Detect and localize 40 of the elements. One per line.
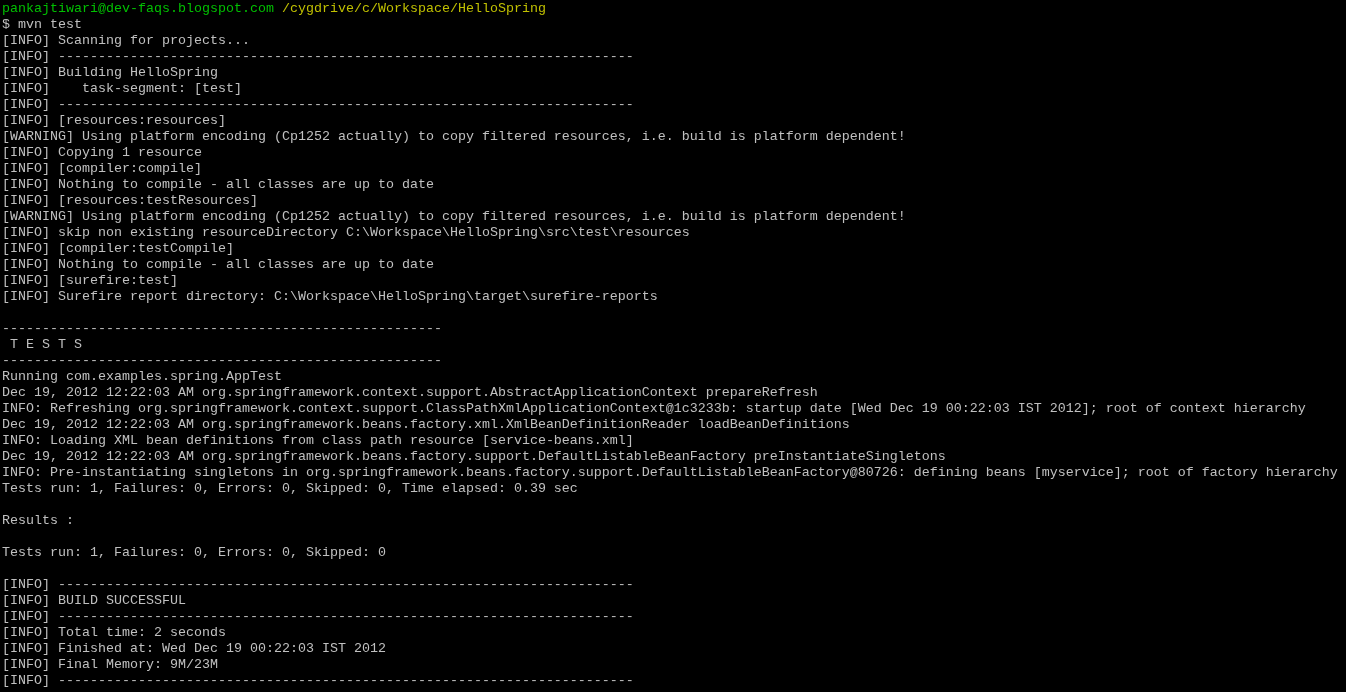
terminal-line: [INFO] [resources:testResources] <box>2 193 258 208</box>
prompt-path: /cygdrive/c/Workspace/HelloSpring <box>281 1 546 16</box>
terminal-line: Dec 19, 2012 12:22:03 AM org.springframework.beans.factory.xml.XmlBeanDefinitionReader loadBeanDefinitions <box>2 417 850 432</box>
terminal-line: [INFO] [compiler:compile] <box>2 161 202 176</box>
terminal-line: Running com.examples.spring.AppTest <box>2 369 282 384</box>
terminal-line: ------------------------------------------------------- <box>2 353 442 368</box>
terminal-line: [INFO] Surefire report directory: C:\Workspace\HelloSpring\target\surefire-reports <box>2 289 658 304</box>
terminal-line: [INFO] skip non existing resourceDirectory C:\Workspace\HelloSpring\src\test\resources <box>2 225 690 240</box>
terminal-line: T E S T S <box>9 337 82 352</box>
terminal-line: [INFO] ------------------------------------------------------------------------ <box>2 577 634 592</box>
terminal-line: [INFO] [resources:resources] <box>2 113 226 128</box>
terminal-line: [INFO] ------------------------------------------------------------------------ <box>2 609 634 624</box>
terminal-line: [INFO] [surefire:test] <box>2 273 178 288</box>
terminal-line: Dec 19, 2012 12:22:03 AM org.springframework.beans.factory.support.DefaultListableBeanFactory preInstantiateSingletons <box>2 449 946 464</box>
terminal-line: [WARNING] Using platform encoding (Cp1252 actually) to copy filtered resources, i.e. build is platform dependent! <box>2 209 906 224</box>
terminal-line: [INFO] ------------------------------------------------------------------------ <box>2 49 634 64</box>
terminal-line: $ mvn test <box>2 17 82 32</box>
terminal-line: Tests run: 1, Failures: 0, Errors: 0, Skipped: 0, Time elapsed: 0.39 sec <box>2 481 578 496</box>
terminal-line: [INFO] Nothing to compile - all classes are up to date <box>2 257 434 272</box>
terminal-line: [INFO] Building HelloSpring <box>2 65 218 80</box>
terminal-line: [WARNING] Using platform encoding (Cp1252 actually) to copy filtered resources, i.e. build is platform dependent! <box>2 129 906 144</box>
terminal-line: ------------------------------------------------------- <box>2 321 442 336</box>
terminal-line: INFO: Loading XML bean definitions from class path resource [service-beans.xml] <box>2 433 634 448</box>
terminal-line: INFO: Refreshing org.springframework.context.support.ClassPathXmlApplicationContext@1c3233b: startup date [Wed Dec 19 00:22:03 IST 2012]; root of context hierarchy <box>2 401 1306 416</box>
terminal-line: Dec 19, 2012 12:22:03 AM org.springframework.context.support.AbstractApplicationContext prepareRefresh <box>2 385 818 400</box>
terminal-line: Tests run: 1, Failures: 0, Errors: 0, Skipped: 0 <box>2 545 386 560</box>
terminal-line: [INFO] Nothing to compile - all classes are up to date <box>2 177 434 192</box>
terminal-line: [INFO] Finished at: Wed Dec 19 00:22:03 IST 2012 <box>2 641 386 656</box>
prompt-user: pankajtiwari@dev-faqs.blogspot.com <box>2 1 274 16</box>
terminal-line: [INFO] ------------------------------------------------------------------------ <box>2 673 634 688</box>
terminal-line: [INFO] Copying 1 resource <box>2 145 202 160</box>
terminal-line: [INFO] Final Memory: 9M/23M <box>2 657 218 672</box>
terminal-line: INFO: Pre-instantiating singletons in org.springframework.beans.factory.support.DefaultListableBeanFactory@80726: defining beans [myservice]; root of factory hierarchy <box>2 465 1338 480</box>
terminal-line: Results : <box>2 513 74 528</box>
terminal-line: [INFO] Scanning for projects... <box>2 33 250 48</box>
terminal-line: [INFO] Total time: 2 seconds <box>2 625 226 640</box>
terminal-line: [INFO] BUILD SUCCESSFUL <box>2 593 186 608</box>
terminal-line: [INFO] task-segment: [test] <box>2 81 242 96</box>
terminal-line: [INFO] [compiler:testCompile] <box>2 241 234 256</box>
terminal-line: [INFO] ------------------------------------------------------------------------ <box>2 97 634 112</box>
